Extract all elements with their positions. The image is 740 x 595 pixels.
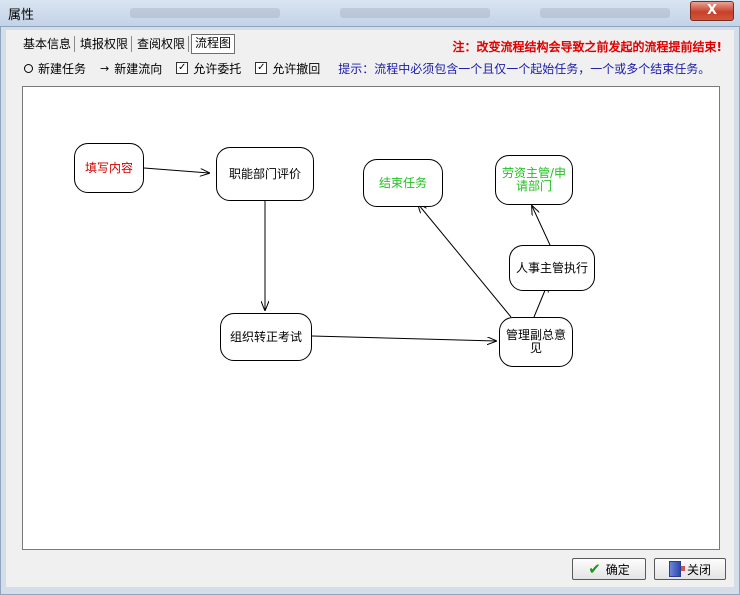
tab-view-permission[interactable]: 查阅权限	[134, 36, 190, 52]
circle-icon	[24, 63, 33, 73]
node-vp-opinion[interactable]: 管理副总意见	[499, 317, 573, 367]
structure-warning: 注：改变流程结构会导致之前发起的流程提前结束!	[452, 40, 722, 54]
allow-withdraw-label: 允许撤回	[272, 61, 321, 76]
new-task-tool[interactable]: 新建任务	[24, 60, 86, 77]
new-flow-tool[interactable]: → 新建流向	[100, 60, 162, 77]
node-labor-dept[interactable]: 劳资主管/申请部门	[495, 155, 573, 205]
node-label: 组织转正考试	[229, 329, 302, 344]
close-label: 关闭	[686, 562, 711, 577]
node-label: 人事主管执行	[515, 260, 588, 275]
edge-vp-to-end[interactable]	[418, 204, 512, 318]
dialog-client: 基本信息 填报权限 查阅权限 流程图 注：改变流程结构会导致之前发起的流程提前结…	[6, 30, 734, 587]
tab-flowchart[interactable]: 流程图	[191, 34, 236, 54]
node-fill-content[interactable]: 填写内容	[74, 143, 144, 193]
title-bar: 属性 X	[0, 0, 740, 27]
node-label: 职能部门评价	[228, 166, 301, 181]
close-button[interactable]: 关闭	[654, 558, 726, 580]
checkbox-checked-icon: ✓	[255, 62, 268, 74]
exit-door-icon	[668, 561, 685, 577]
new-task-label: 新建任务	[38, 61, 87, 76]
edge-hr-to-labor[interactable]	[532, 206, 551, 246]
allow-delegate-label: 允许委托	[193, 61, 242, 76]
allow-delegate-checkbox[interactable]: ✓ 允许委托	[176, 60, 241, 77]
node-dept-review[interactable]: 职能部门评价	[216, 147, 314, 201]
tab-fill-permission[interactable]: 填报权限	[77, 36, 133, 52]
blurred-background-strip	[540, 8, 670, 18]
node-label: 结束任务	[378, 175, 427, 190]
flowchart-canvas[interactable]: 填写内容 职能部门评价 组织转正考试 管理副总意见 人事主管执行 结束任务 劳资…	[22, 86, 720, 550]
ok-button[interactable]: ✔ 确定	[572, 558, 646, 580]
checkbox-checked-icon: ✓	[176, 62, 189, 74]
node-end-task[interactable]: 结束任务	[363, 159, 443, 207]
node-org-exam[interactable]: 组织转正考试	[220, 313, 312, 361]
window-title: 属性	[8, 8, 35, 23]
flow-toolbar: 新建任务 → 新建流向 ✓ 允许委托 ✓ 允许撤回 提示：流程中必须包含一个且仅…	[24, 58, 724, 78]
checkmark-icon: ✔	[588, 560, 601, 578]
blurred-background-strip	[130, 8, 280, 18]
new-flow-label: 新建流向	[114, 61, 163, 76]
node-label: 劳资主管/申请部门	[501, 166, 567, 193]
tab-bar: 基本信息 填报权限 查阅权限 流程图	[20, 34, 237, 54]
blurred-background-strip	[340, 8, 490, 18]
allow-withdraw-checkbox[interactable]: ✓ 允许撤回	[255, 60, 320, 77]
node-label: 填写内容	[84, 160, 133, 175]
node-label: 管理副总意见	[505, 328, 566, 355]
arrow-right-icon: →	[100, 61, 110, 75]
flow-hint: 提示：流程中必须包含一个且仅一个起始任务，一个或多个结束任务。	[338, 61, 711, 76]
tab-basic-info[interactable]: 基本信息	[20, 36, 76, 52]
window-close-button[interactable]: X	[690, 1, 734, 21]
edge-exam-to-vp[interactable]	[311, 335, 496, 341]
edge-fill-to-dept[interactable]	[143, 167, 209, 173]
node-hr-execute[interactable]: 人事主管执行	[509, 245, 595, 291]
ok-label: 确定	[605, 562, 630, 577]
